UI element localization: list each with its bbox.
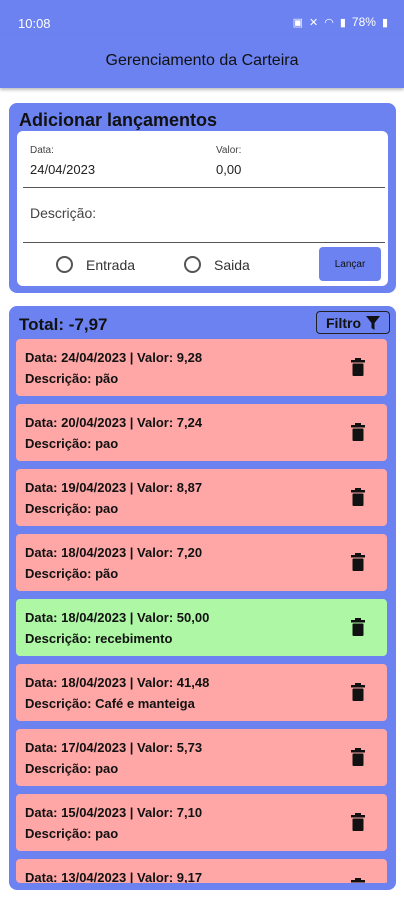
total-label: Total: -7,97 [19,315,108,334]
trash-icon[interactable] [351,813,365,831]
trash-icon[interactable] [351,618,365,636]
entry-item[interactable]: Data: 24/04/2023 | Valor: 9,28 Descrição:… [16,339,387,396]
value-value: 0,00 [216,162,242,177]
status-icons: ▣ ✕ ◠ ▮ 78% ▮ [293,15,388,29]
trash-icon[interactable] [351,748,365,766]
entry-description: Descrição: pao [25,761,119,776]
entry-item[interactable]: Data: 15/04/2023 | Valor: 7,10 Descrição:… [16,794,387,851]
trash-icon[interactable] [351,488,365,506]
divider [23,187,385,188]
filter-button[interactable]: Filtro [316,311,390,334]
radio-entrada[interactable]: Entrada [56,256,135,273]
notification-icon: ▣ [292,16,304,29]
radio-entrada-label: Entrada [86,256,136,273]
entry-description: Descrição: pão [25,566,119,581]
entry-description: Descrição: pao [25,501,119,516]
entries-list: Data: 24/04/2023 | Valor: 9,28 Descrição:… [16,339,389,883]
mute-icon: ✕ [309,16,319,29]
app-title: Gerenciamento da Carteira [105,52,299,69]
date-value: 24/04/2023 [30,162,96,177]
system-nav-bar [0,890,404,900]
divider [23,242,385,243]
trash-icon[interactable] [351,553,365,571]
entry-item[interactable]: Data: 20/04/2023 | Valor: 7,24 Descrição:… [16,404,387,461]
date-label: Data: [30,145,54,156]
entry-description: Descrição: recebimento [25,631,173,646]
entry-date-value: Data: 18/04/2023 | Valor: 50,00 [25,610,210,625]
add-entry-heading: Adicionar lançamentos [19,110,218,130]
value-field[interactable]: Valor: 0,00 [207,131,387,191]
entry-description: Descrição: pão [25,371,119,386]
entry-date-value: Data: 24/04/2023 | Valor: 9,28 [25,350,203,365]
date-field[interactable]: Data: 24/04/2023 [17,131,202,191]
entry-date-value: Data: 17/04/2023 | Valor: 5,73 [25,740,203,755]
entry-description: Descrição: pao [25,436,119,451]
entry-description: Descrição: Café e manteiga [25,696,195,711]
wifi-icon: ◠ [324,16,334,29]
trash-icon[interactable] [351,878,365,883]
entries-card: Total: -7,97 Filtro Data: 24/04/2023 | V… [9,306,396,890]
trash-icon[interactable] [351,423,365,441]
battery-level: 78% [351,15,376,29]
status-time: 10:08 [18,16,51,31]
entry-date-value: Data: 19/04/2023 | Valor: 8,87 [25,480,203,495]
submit-button[interactable]: Lançar [319,247,381,281]
entry-item[interactable]: Data: 13/04/2023 | Valor: 9,17 [16,859,387,883]
filter-icon [366,315,380,330]
radio-circle-icon [184,256,201,273]
description-placeholder: Descrição: [30,205,97,221]
entry-item[interactable]: Data: 18/04/2023 | Valor: 50,00 Descrição… [16,599,387,656]
status-bar: 10:08 ▣ ✕ ◠ ▮ 78% ▮ [0,0,404,34]
entry-item[interactable]: Data: 18/04/2023 | Valor: 7,20 Descrição:… [16,534,387,591]
app-bar: Gerenciamento da Carteira [0,34,404,88]
value-label: Valor: [216,145,242,156]
trash-icon[interactable] [351,358,365,376]
entry-date-value: Data: 13/04/2023 | Valor: 9,17 [25,870,203,883]
battery-icon: ▮ [381,16,388,29]
description-field[interactable]: Descrição: [17,191,388,243]
entry-item[interactable]: Data: 17/04/2023 | Valor: 5,73 Descrição:… [16,729,387,786]
filter-label: Filtro [326,314,361,331]
entry-description: Descrição: pao [25,826,119,841]
add-entry-form: Data: 24/04/2023 Valor: 0,00 Descrição: … [17,131,388,286]
entry-date-value: Data: 18/04/2023 | Valor: 7,20 [25,545,203,560]
entry-date-value: Data: 20/04/2023 | Valor: 7,24 [25,415,203,430]
entry-date-value: Data: 15/04/2023 | Valor: 7,10 [25,805,203,820]
signal-icon: ▮ [339,16,346,29]
add-entry-card: Adicionar lançamentos Data: 24/04/2023 V… [9,103,396,293]
trash-icon[interactable] [351,683,365,701]
entry-item[interactable]: Data: 18/04/2023 | Valor: 41,48 Descrição… [16,664,387,721]
radio-saida-label: Saida [214,256,250,273]
entry-item[interactable]: Data: 19/04/2023 | Valor: 8,87 Descrição:… [16,469,387,526]
entry-date-value: Data: 18/04/2023 | Valor: 41,48 [25,675,210,690]
radio-saida[interactable]: Saida [184,256,250,273]
radio-circle-icon [56,256,73,273]
